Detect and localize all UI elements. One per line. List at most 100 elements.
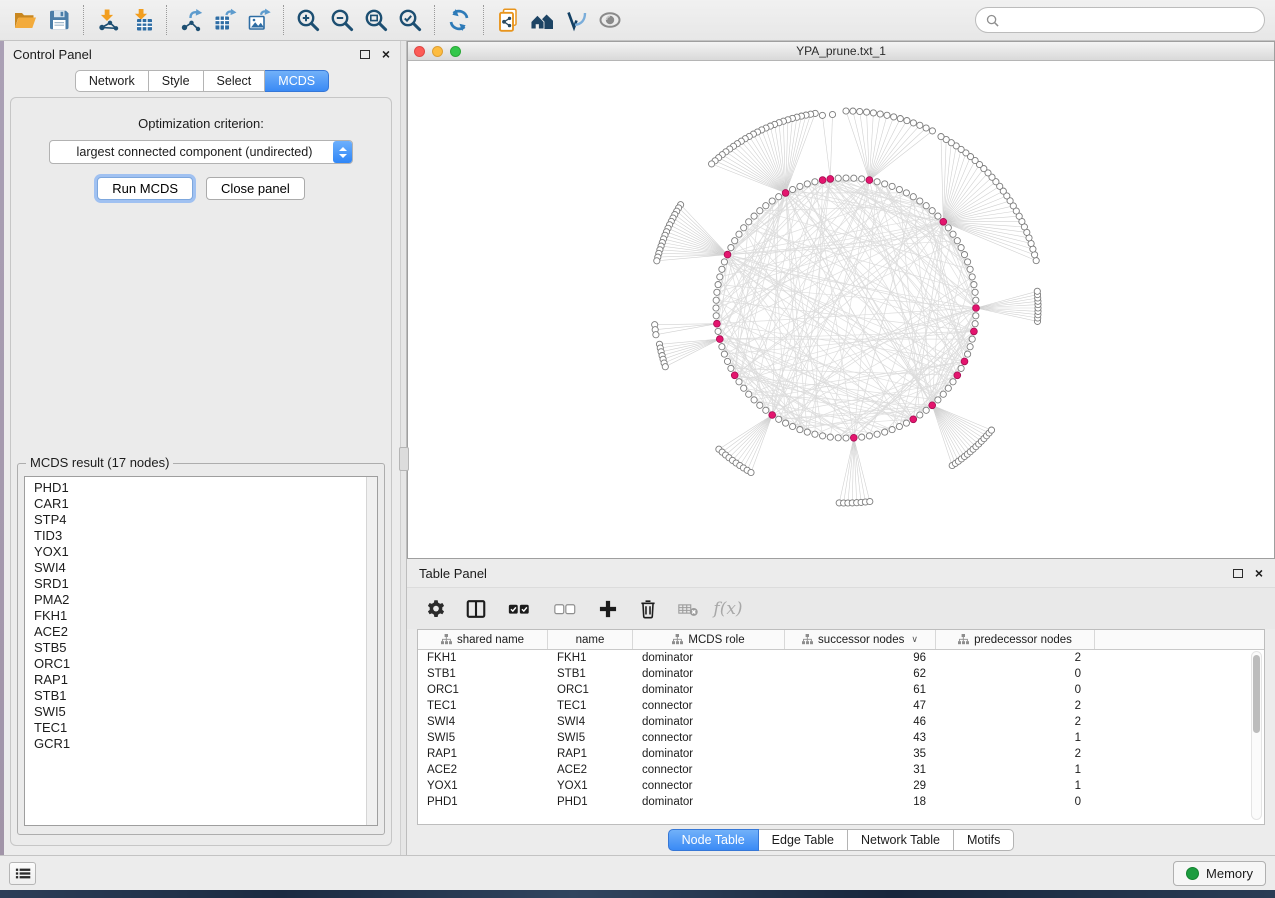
mcds-result-item[interactable]: TID3 (34, 528, 377, 544)
mcds-result-item[interactable]: SWI5 (34, 704, 377, 720)
gear-icon (425, 598, 447, 620)
table-float-button[interactable] (1233, 569, 1243, 578)
network-canvas[interactable] (408, 61, 1274, 558)
table-row[interactable]: PHD1PHD1dominator180 (418, 794, 1264, 810)
network-window-titlebar[interactable]: YPA_prune.txt_1 (408, 42, 1274, 61)
cell-shared_name: TEC1 (418, 698, 548, 714)
criterion-dropdown[interactable]: largest connected component (undirected) (49, 140, 353, 164)
table-row[interactable]: SWI4SWI4dominator462 (418, 714, 1264, 730)
split-panel-icon (465, 598, 487, 620)
table-scrollbar[interactable] (1251, 651, 1262, 820)
table-row[interactable]: RAP1RAP1dominator352 (418, 746, 1264, 762)
split-panel-button[interactable] (461, 594, 491, 624)
mcds-result-item[interactable]: STP4 (34, 512, 377, 528)
search-field[interactable] (975, 7, 1265, 33)
import-network-button[interactable] (91, 4, 125, 36)
open-folder-icon (13, 8, 37, 32)
table-toolbar: f(x) (407, 587, 1275, 629)
zoom-in-button[interactable] (291, 4, 325, 36)
add-column-button[interactable] (593, 594, 623, 624)
toolbar-separator (83, 5, 84, 35)
import-table-button[interactable] (125, 4, 159, 36)
zoom-out-button[interactable] (325, 4, 359, 36)
export-table-button[interactable] (208, 4, 242, 36)
mcds-result-item[interactable]: PMA2 (34, 592, 377, 608)
export-network-icon (179, 8, 203, 32)
column-header-predecessor-nodes[interactable]: predecessor nodes (936, 630, 1095, 649)
close-panel-action-button[interactable]: Close panel (206, 177, 305, 200)
table-row[interactable]: TEC1TEC1connector472 (418, 698, 1264, 714)
close-panel-button[interactable]: × (382, 49, 390, 59)
refresh-button[interactable] (442, 4, 476, 36)
table-tab-node-table[interactable]: Node Table (668, 829, 759, 851)
table-tab-network-table[interactable]: Network Table (848, 829, 954, 851)
export-image-button[interactable] (242, 4, 276, 36)
memory-button[interactable]: Memory (1173, 861, 1266, 886)
mcds-result-item[interactable]: STB5 (34, 640, 377, 656)
table-row[interactable]: YOX1YOX1connector291 (418, 778, 1264, 794)
run-mcds-button[interactable]: Run MCDS (97, 177, 193, 200)
toolbar-separator (434, 5, 435, 35)
cell-name: STB1 (548, 666, 633, 682)
search-input[interactable] (1004, 13, 1254, 27)
table-row[interactable]: FKH1FKH1dominator962 (418, 650, 1264, 666)
settings-button[interactable] (421, 594, 451, 624)
mcds-result-item[interactable]: SRD1 (34, 576, 377, 592)
home-icon (530, 8, 554, 32)
mcds-result-item[interactable]: CAR1 (34, 496, 377, 512)
open-session-button[interactable] (8, 4, 42, 36)
mcds-result-item[interactable]: YOX1 (34, 544, 377, 560)
column-header-name[interactable]: name (548, 630, 633, 649)
mcds-result-item[interactable]: PHD1 (34, 480, 377, 496)
tab-mcds[interactable]: MCDS (265, 70, 329, 92)
splitter-handle[interactable] (399, 447, 409, 471)
table-row[interactable]: STB1STB1dominator620 (418, 666, 1264, 682)
tab-network[interactable]: Network (75, 70, 149, 92)
mcds-result-list[interactable]: PHD1CAR1STP4TID3YOX1SWI4SRD1PMA2FKH1ACE2… (24, 476, 378, 826)
task-history-button[interactable] (9, 862, 36, 885)
list-scrollbar[interactable] (366, 477, 377, 825)
control-panel-title: Control Panel (13, 47, 360, 62)
home-button[interactable] (525, 4, 559, 36)
delete-column-button[interactable] (633, 594, 663, 624)
mcds-result-item[interactable]: ORC1 (34, 656, 377, 672)
mcds-result-item[interactable]: RAP1 (34, 672, 377, 688)
cell-name: FKH1 (548, 650, 633, 666)
cell-mcds_role: connector (633, 778, 785, 794)
mcds-result-item[interactable]: TEC1 (34, 720, 377, 736)
node-table: shared namename MCDS role successor nodes∨… (417, 629, 1265, 825)
zoom-fit-button[interactable] (359, 4, 393, 36)
export-network-button[interactable] (174, 4, 208, 36)
show-graphics-details-button[interactable] (593, 4, 627, 36)
zoom-selected-button[interactable] (393, 4, 427, 36)
column-label: MCDS role (688, 634, 744, 646)
vertical-splitter[interactable] (400, 41, 407, 855)
hide-graphics-details-button[interactable] (559, 4, 593, 36)
mcds-result-item[interactable]: GCR1 (34, 736, 377, 752)
table-close-button[interactable]: × (1255, 568, 1263, 578)
table-scrollbar-thumb[interactable] (1253, 655, 1260, 733)
column-header-shared-name[interactable]: shared name (418, 630, 548, 649)
column-header-filler (1095, 630, 1264, 649)
share-document-button[interactable] (491, 4, 525, 36)
trash-icon (637, 598, 659, 620)
tab-select[interactable]: Select (204, 70, 266, 92)
table-tab-edge-table[interactable]: Edge Table (759, 829, 848, 851)
tab-style[interactable]: Style (149, 70, 204, 92)
mcds-result-item[interactable]: SWI4 (34, 560, 377, 576)
mcds-result-item[interactable]: FKH1 (34, 608, 377, 624)
float-window-button[interactable] (360, 50, 370, 59)
select-all-columns-button[interactable] (501, 594, 537, 624)
table-row[interactable]: SWI5SWI5connector431 (418, 730, 1264, 746)
table-row[interactable]: ORC1ORC1dominator610 (418, 682, 1264, 698)
cell-predecessor: 2 (936, 698, 1095, 714)
mcds-result-item[interactable]: STB1 (34, 688, 377, 704)
table-tab-motifs[interactable]: Motifs (954, 829, 1014, 851)
cell-successor: 47 (785, 698, 936, 714)
table-row[interactable]: ACE2ACE2connector311 (418, 762, 1264, 778)
column-header-successor-nodes[interactable]: successor nodes∨ (785, 630, 936, 649)
deselect-all-columns-button[interactable] (547, 594, 583, 624)
save-session-button[interactable] (42, 4, 76, 36)
mcds-result-item[interactable]: ACE2 (34, 624, 377, 640)
column-header-MCDS-role[interactable]: MCDS role (633, 630, 785, 649)
